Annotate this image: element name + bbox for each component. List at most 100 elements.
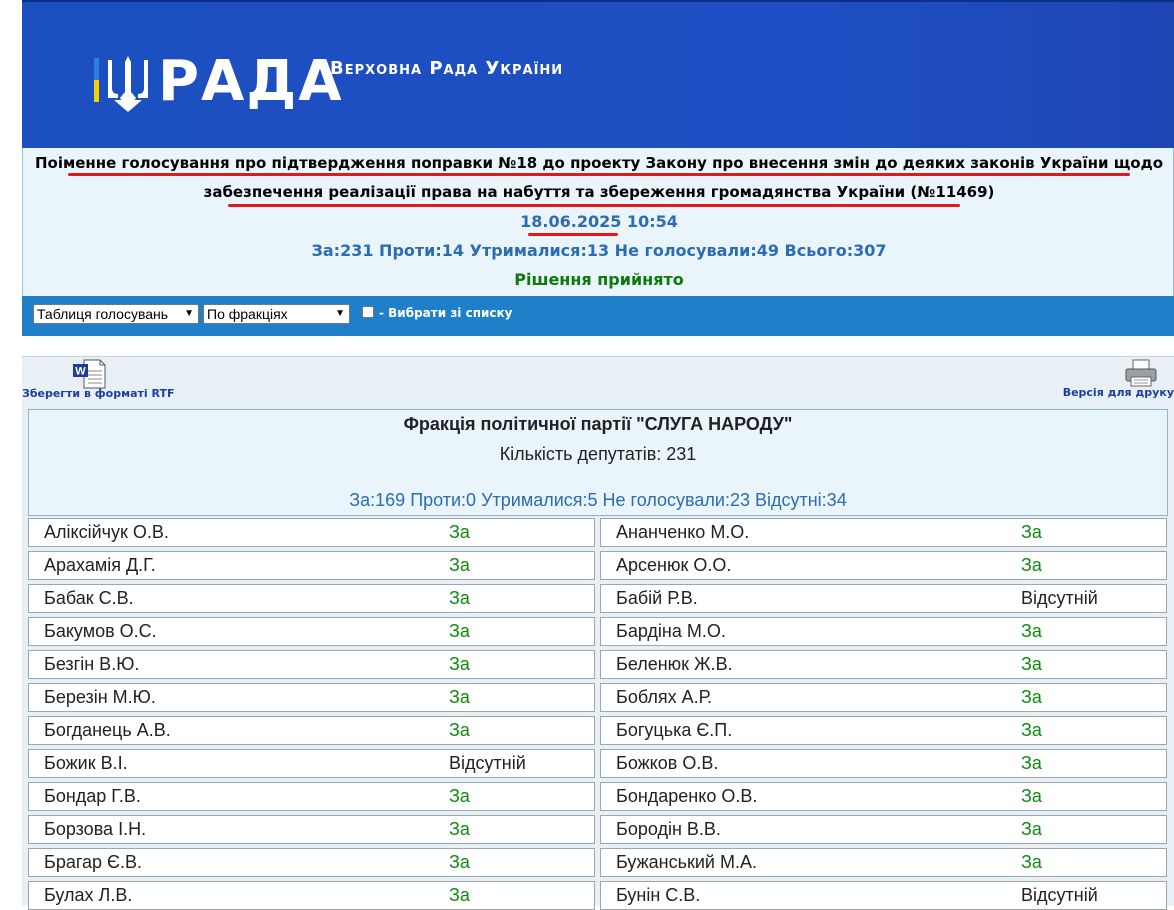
deputy-vote: За	[1021, 687, 1042, 707]
deputy-vote: За	[449, 555, 470, 575]
deputy-name: Борзова І.Н.	[44, 819, 147, 839]
deputy-vote: За	[449, 786, 470, 806]
chevron-down-icon: ▼	[335, 308, 345, 319]
vote-datetime: 18.06.2025 10:54	[520, 212, 678, 231]
deputy-vote: За	[449, 852, 470, 872]
deputy-vote: Відсутній	[1021, 588, 1098, 608]
deputy-row: Беленюк Ж.В. За	[600, 650, 1167, 679]
group-select[interactable]: По фракціях ▼	[203, 304, 350, 324]
deputy-name: Божков О.В.	[616, 753, 719, 773]
deputy-vote: За	[449, 522, 470, 542]
deputy-row: Богуцька Є.П. За	[600, 716, 1167, 745]
deputy-vote: За	[1021, 720, 1042, 740]
deputy-vote: За	[1021, 852, 1042, 872]
deputy-vote: За	[1021, 654, 1042, 674]
deputy-vote: За	[449, 687, 470, 707]
vote-title-line2: забезпечення реалізації права на набуття…	[203, 183, 995, 201]
deputy-row: Бабак С.В. За	[28, 584, 595, 613]
word-document-icon[interactable]: W	[72, 359, 106, 389]
deputy-name: Арсенюк О.О.	[616, 555, 732, 575]
select-from-list-checkbox[interactable]	[362, 306, 374, 318]
deputy-vote: За	[1021, 555, 1042, 575]
view-select[interactable]: Таблиця голосувань ▼	[33, 304, 199, 324]
vote-decision: Рішення прийнято	[514, 270, 684, 289]
deputy-row: Бондаренко О.В. За	[600, 782, 1167, 811]
deputy-name: Беленюк Ж.В.	[616, 654, 733, 674]
deputy-row: Ананченко М.О. За	[600, 518, 1167, 547]
faction-name: Фракція політичної партії "СЛУГА НАРОДУ"	[403, 414, 793, 434]
annotation-underline	[68, 173, 1130, 176]
site-header: РАДА Верховна Рада України	[22, 0, 1174, 148]
deputy-row: Брагар Є.В. За	[28, 848, 595, 877]
save-rtf-link[interactable]: Зберегти в форматі RTF	[22, 387, 174, 400]
deputy-name: Бабак С.В.	[44, 588, 134, 608]
deputy-row: Бардіна М.О. За	[600, 617, 1167, 646]
deputy-row: Борзова І.Н. За	[28, 815, 595, 844]
faction-deputy-count: Кількість депутатів: 231	[499, 444, 697, 464]
deputy-row: Боблях А.Р. За	[600, 683, 1167, 712]
annotation-underline	[228, 204, 960, 207]
faction-vote-stats: За:169 Проти:0 Утрималися:5 Не голосувал…	[349, 490, 847, 510]
trident-logo-icon[interactable]	[92, 54, 150, 114]
deputy-name: Бакумов О.С.	[44, 621, 157, 641]
annotation-underline	[528, 233, 618, 236]
deputy-name: Бардіна М.О.	[616, 621, 726, 641]
deputy-name: Богданець А.В.	[44, 720, 171, 740]
deputy-name: Божик В.І.	[44, 753, 128, 773]
filter-toolbar: Таблиця голосувань ▼ По фракціях ▼ - Виб…	[22, 296, 1174, 336]
deputy-name: Аліксійчук О.В.	[44, 522, 169, 542]
deputy-name: Бородін В.В.	[616, 819, 721, 839]
deputy-name: Булах Л.В.	[44, 885, 133, 905]
deputy-row: Бондар Г.В. За	[28, 782, 595, 811]
deputy-name: Березін М.Ю.	[44, 687, 156, 707]
deputy-name: Боблях А.Р.	[616, 687, 713, 707]
deputy-row: Бабій Р.В. Відсутній	[600, 584, 1167, 613]
deputy-name: Богуцька Є.П.	[616, 720, 733, 740]
deputy-vote: За	[449, 654, 470, 674]
deputy-row: Безгін В.Ю. За	[28, 650, 595, 679]
vote-title-line1: Поіменне голосування про підтвердження п…	[34, 154, 1163, 172]
vote-totals: За:231 Проти:14 Утрималися:13 Не голосув…	[311, 241, 887, 260]
deputy-row: Березін М.Ю. За	[28, 683, 595, 712]
deputy-name: Арахамія Д.Г.	[44, 555, 156, 575]
faction-summary: Фракція політичної партії "СЛУГА НАРОДУ"…	[28, 409, 1168, 516]
deputy-vote: За	[1021, 522, 1042, 542]
left-margin	[0, 0, 22, 906]
deputy-name: Бабій Р.В.	[616, 588, 698, 608]
deputy-row: Богданець А.В. За	[28, 716, 595, 745]
deputy-vote: Відсутній	[1021, 885, 1098, 905]
deputy-row: Бородін В.В. За	[600, 815, 1167, 844]
chevron-down-icon: ▼	[184, 308, 194, 319]
results-panel: W Зберегти в форматі RTF Версія для друк…	[22, 356, 1174, 910]
deputy-name: Бондаренко О.В.	[616, 786, 758, 806]
deputy-vote: За	[449, 621, 470, 641]
deputy-vote: За	[449, 720, 470, 740]
deputy-name: Брагар Є.В.	[44, 852, 142, 872]
print-version-link[interactable]: Версія для друку	[1063, 386, 1174, 399]
deputy-vote: За	[1021, 621, 1042, 641]
deputy-row: Арсенюк О.О. За	[600, 551, 1167, 580]
deputy-vote: За	[449, 588, 470, 608]
deputy-row: Бакумов О.С. За	[28, 617, 595, 646]
select-from-list-label: - Вибрати зі списку	[379, 306, 513, 320]
view-select-value: Таблиця голосувань	[37, 306, 169, 322]
site-subtitle: Верховна Рада України	[330, 58, 564, 79]
deputy-row: Арахамія Д.Г. За	[28, 551, 595, 580]
deputy-vote: За	[1021, 819, 1042, 839]
deputy-row: Аліксійчук О.В. За	[28, 518, 595, 547]
deputy-vote: За	[1021, 786, 1042, 806]
deputy-name: Ананченко М.О.	[616, 522, 750, 542]
svg-text:W: W	[75, 366, 86, 378]
deputy-name: Безгін В.Ю.	[44, 654, 140, 674]
vote-summary: Поіменне голосування про підтвердження п…	[22, 148, 1174, 296]
deputy-name: Бондар Г.В.	[44, 786, 141, 806]
deputy-vote: За	[449, 885, 470, 905]
site-logo-text[interactable]: РАДА	[158, 50, 344, 114]
deputy-row: Божик В.І. Відсутній	[28, 749, 595, 778]
printer-icon[interactable]	[1124, 359, 1158, 387]
deputy-vote: За	[449, 819, 470, 839]
deputy-vote: Відсутній	[449, 753, 526, 773]
deputy-name: Бужанський М.А.	[616, 852, 757, 872]
deputy-row: Бужанський М.А. За	[600, 848, 1167, 877]
deputy-row: Божков О.В. За	[600, 749, 1167, 778]
